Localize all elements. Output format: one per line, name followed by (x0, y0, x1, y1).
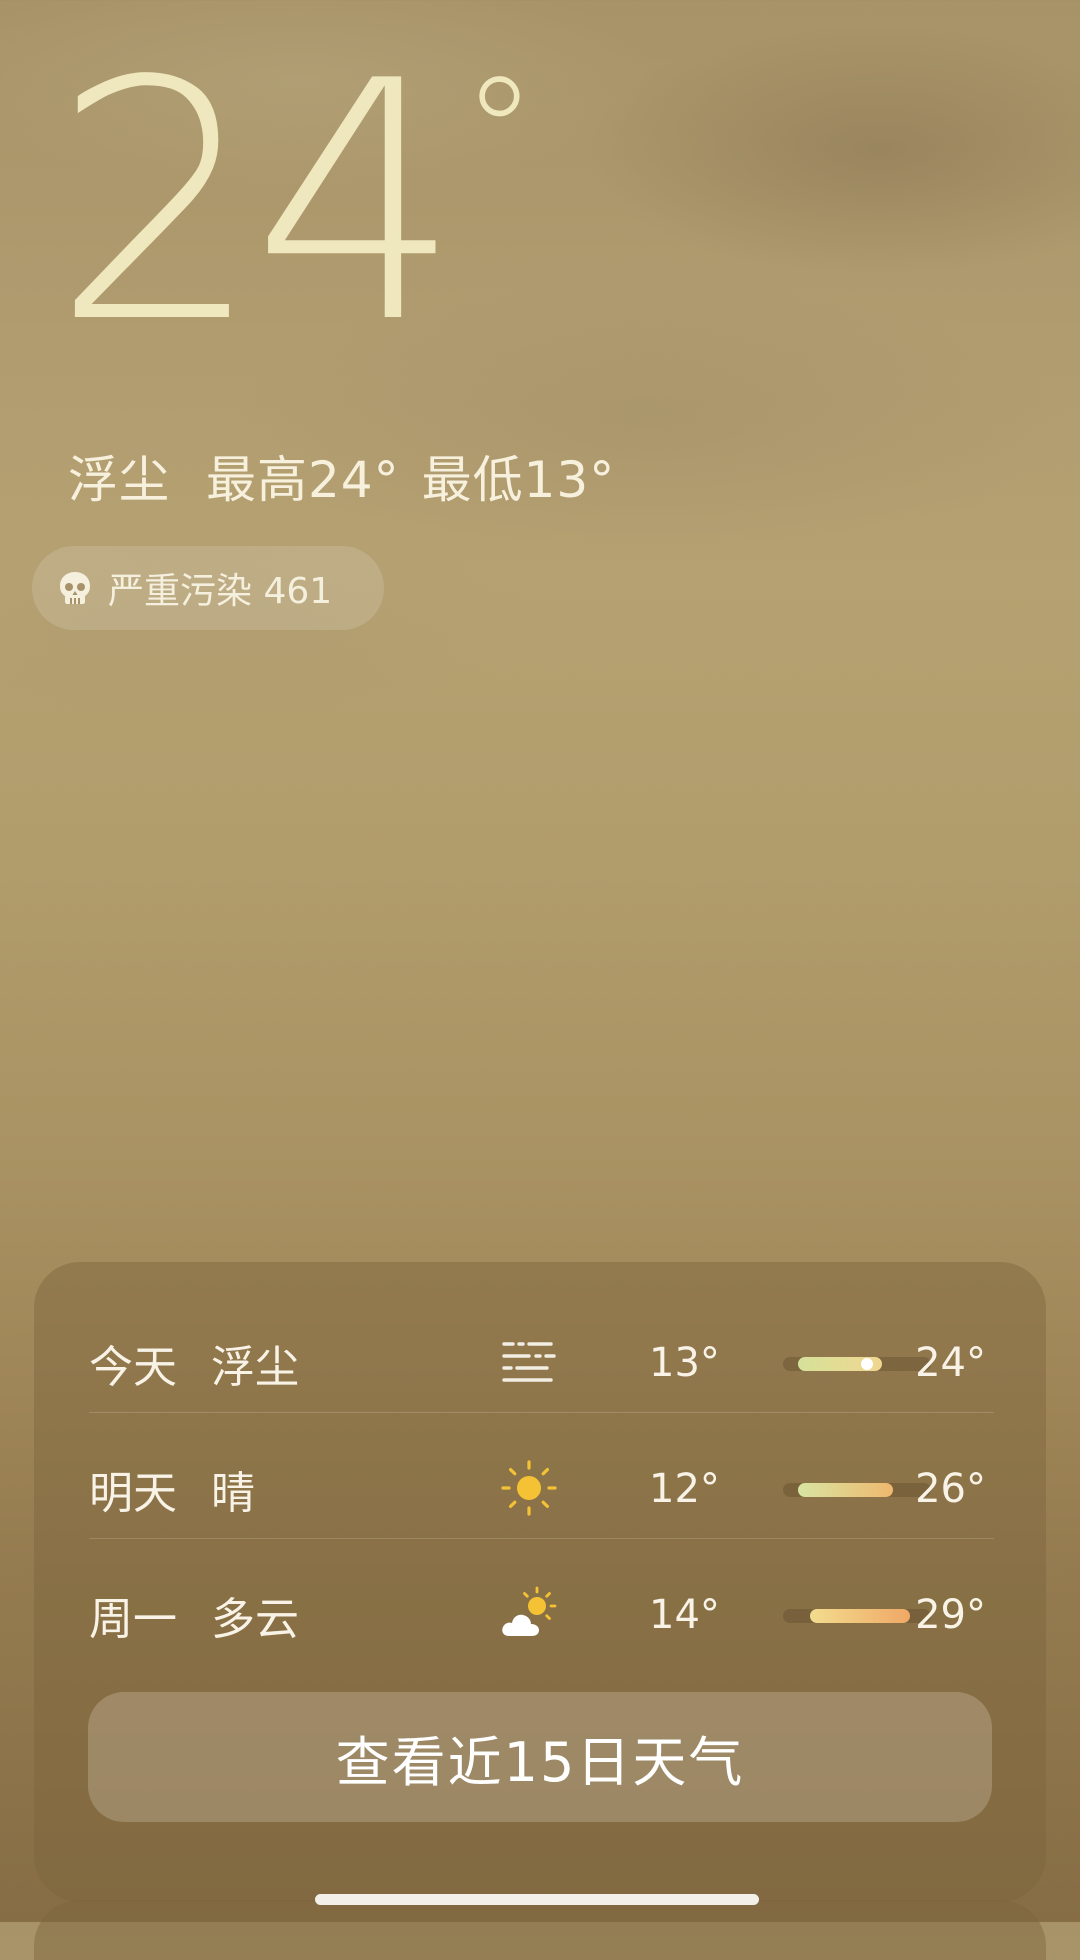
forecast-day: 今天 (89, 1342, 177, 1393)
skull-icon (60, 572, 90, 604)
high-temperature: 最高24° (206, 451, 400, 509)
home-indicator[interactable] (315, 1894, 759, 1905)
partly-cloudy-icon (502, 1586, 557, 1636)
forecast-condition: 多云 (211, 1594, 299, 1645)
degree-symbol: ° (461, 46, 537, 220)
forecast-condition: 浮尘 (211, 1342, 299, 1393)
forecast-high: 24° (915, 1340, 986, 1386)
row-divider (89, 1412, 994, 1413)
forecast-row-tomorrow[interactable]: 明天 晴 12° 26° (89, 1426, 994, 1552)
forecast-day: 明天 (89, 1468, 177, 1519)
forecast-high: 29° (915, 1592, 986, 1638)
current-temperature: 24 ° (52, 38, 537, 378)
next-card-peek (34, 1900, 1046, 1960)
temperature-range-bar (783, 1609, 931, 1623)
temperature-range-bar (783, 1357, 931, 1371)
forecast-day: 周一 (89, 1594, 177, 1645)
air-quality-text: 严重污染 461 (108, 571, 333, 612)
low-temperature: 最低13° (421, 451, 616, 509)
forecast-low: 12° (649, 1466, 720, 1512)
current-condition: 浮尘 (68, 451, 170, 509)
forecast-low: 13° (649, 1340, 720, 1386)
forecast-high: 26° (915, 1466, 986, 1512)
temperature-range-fill (809, 1609, 911, 1623)
temperature-range-fill (797, 1483, 893, 1497)
forecast-condition: 晴 (211, 1468, 255, 1519)
view-15-day-forecast-button[interactable]: 查看近15日天气 (88, 1692, 992, 1822)
air-quality-badge[interactable]: 严重污染 461 (32, 546, 384, 630)
forecast-row-today[interactable]: 今天 浮尘 13° 24° (89, 1300, 994, 1426)
temperature-value: 24 (52, 11, 462, 395)
row-divider (89, 1538, 994, 1539)
forecast-low: 14° (649, 1592, 720, 1638)
weather-summary: 浮尘 最高24° 最低13° (68, 440, 615, 512)
temperature-range-bar (783, 1483, 931, 1497)
dust-icon (502, 1342, 556, 1382)
forecast-row-monday[interactable]: 周一 多云 14° 29° (89, 1552, 994, 1678)
sun-icon (501, 1460, 557, 1516)
